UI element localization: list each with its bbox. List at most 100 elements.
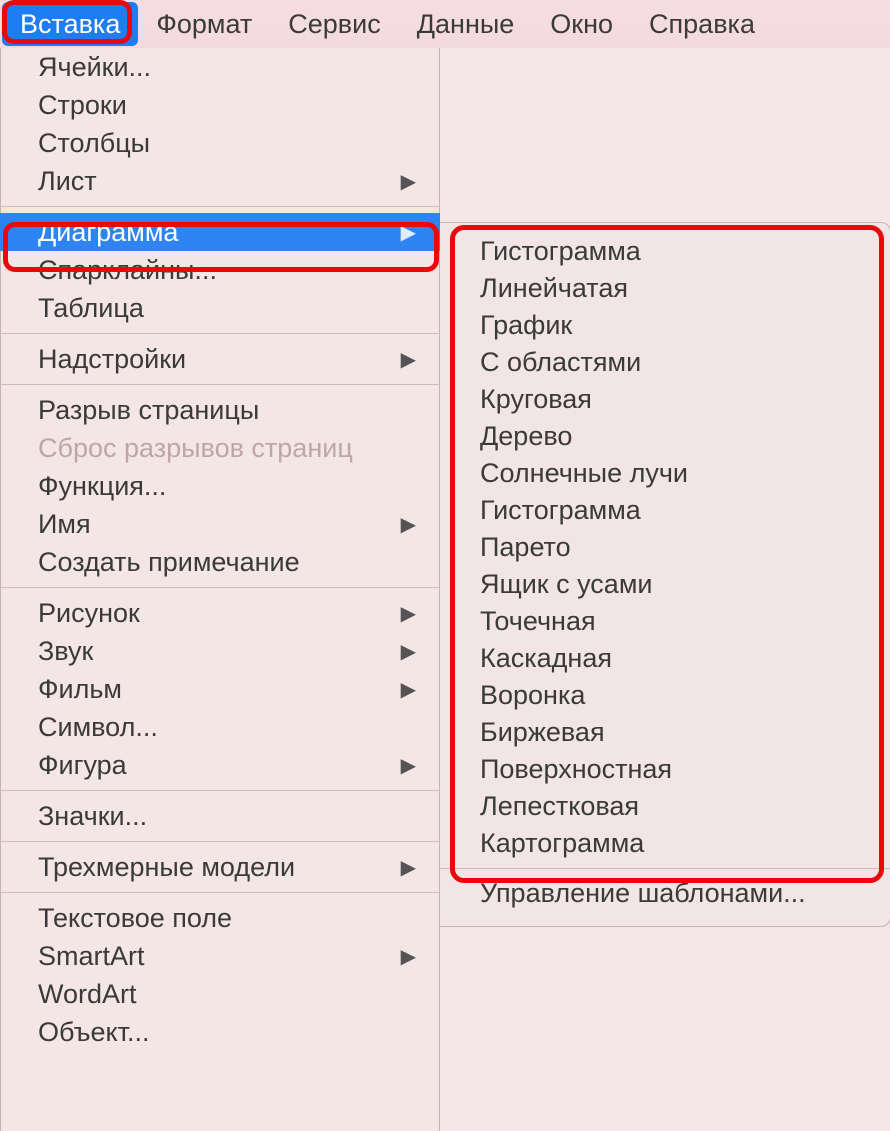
dd-label: Фильм — [38, 674, 122, 705]
sm-pie[interactable]: Круговая — [440, 381, 890, 418]
dd-label: Надстройки — [38, 344, 186, 375]
dd-label: Ячейки... — [38, 52, 151, 83]
menu-insert[interactable]: Вставка — [2, 2, 138, 46]
menu-label: Вставка — [20, 9, 120, 40]
dd-label: Трехмерные модели — [38, 852, 295, 883]
dd-shape[interactable]: Фигура▶ — [0, 746, 440, 784]
sm-label: Ящик с усами — [480, 569, 652, 600]
submenu-arrow-icon: ▶ — [401, 347, 416, 372]
sm-line[interactable]: График — [440, 307, 890, 344]
sm-manage-templates[interactable]: Управление шаблонами... — [440, 875, 890, 912]
sm-label: Парето — [480, 532, 571, 563]
sm-funnel[interactable]: Воронка — [440, 677, 890, 714]
dd-smartart[interactable]: SmartArt ▶ — [0, 937, 440, 975]
sm-box-whisker[interactable]: Ящик с усами — [440, 566, 890, 603]
dd-label: Создать примечание — [38, 547, 300, 578]
sm-sunburst[interactable]: Солнечные лучи — [440, 455, 890, 492]
dd-separator — [0, 206, 440, 207]
sm-histogram2[interactable]: Гистограмма — [440, 492, 890, 529]
dd-label: Таблица — [38, 293, 144, 324]
menu-window[interactable]: Окно — [532, 0, 631, 48]
dd-sheet[interactable]: Лист▶ — [0, 162, 440, 200]
sm-surface[interactable]: Поверхностная — [440, 751, 890, 788]
dd-label: Текстовое поле — [38, 903, 232, 934]
sm-label: Воронка — [480, 680, 585, 711]
submenu-chart: Гистограмма Линейчатая График С областям… — [440, 222, 890, 927]
dd-separator — [0, 790, 440, 791]
sm-map[interactable]: Картограмма — [440, 825, 890, 862]
dd-label: Строки — [38, 90, 127, 121]
dd-symbol[interactable]: Символ... — [0, 708, 440, 746]
dd-label: WordArt — [38, 979, 137, 1010]
dd-object[interactable]: Объект... — [0, 1013, 440, 1051]
dd-chart[interactable]: Диаграмма ▶ — [0, 213, 440, 251]
dd-separator — [0, 587, 440, 588]
dd-movie[interactable]: Фильм▶ — [0, 670, 440, 708]
submenu-arrow-icon: ▶ — [401, 220, 416, 245]
dd-cells[interactable]: Ячейки... — [0, 48, 440, 86]
menu-format[interactable]: Формат — [138, 0, 270, 48]
dd-sparklines[interactable]: Спарклайны... — [0, 251, 440, 289]
sm-separator — [440, 868, 890, 869]
dd-separator — [0, 892, 440, 893]
sm-label: Управление шаблонами... — [480, 878, 806, 909]
menu-service[interactable]: Сервис — [270, 0, 398, 48]
dd-label: Значки... — [38, 801, 147, 832]
submenu-arrow-icon: ▶ — [401, 944, 416, 969]
dd-picture[interactable]: Рисунок▶ — [0, 594, 440, 632]
dd-table[interactable]: Таблица — [0, 289, 440, 327]
sm-scatter[interactable]: Точечная — [440, 603, 890, 640]
dd-label: SmartArt — [38, 941, 145, 972]
dd-label: Столбцы — [38, 128, 150, 159]
dd-wordart[interactable]: WordArt — [0, 975, 440, 1013]
sm-label: С областями — [480, 347, 641, 378]
dd-name[interactable]: Имя ▶ — [0, 505, 440, 543]
dd-sound[interactable]: Звук ▶ — [0, 632, 440, 670]
submenu-arrow-icon: ▶ — [401, 639, 416, 664]
sm-waterfall[interactable]: Каскадная — [440, 640, 890, 677]
dd-columns[interactable]: Столбцы — [0, 124, 440, 162]
dd-icons[interactable]: Значки... — [0, 797, 440, 835]
menubar: Вставка Формат Сервис Данные Окно Справк… — [0, 0, 890, 48]
dd-page-break[interactable]: Разрыв страницы — [0, 391, 440, 429]
dd-label: Звук — [38, 636, 93, 667]
dd-separator — [0, 841, 440, 842]
dd-reset-page-breaks: Сброс разрывов страниц — [0, 429, 440, 467]
dd-label: Диаграмма — [38, 217, 178, 248]
dd-label: Сброс разрывов страниц — [38, 433, 353, 464]
sm-label: Гистограмма — [480, 236, 641, 267]
sm-label: Картограмма — [480, 828, 644, 859]
dd-text-box[interactable]: Текстовое поле — [0, 899, 440, 937]
dd-function[interactable]: Функция... — [0, 467, 440, 505]
sm-label: Поверхностная — [480, 754, 672, 785]
sm-label: Солнечные лучи — [480, 458, 688, 489]
submenu-arrow-icon: ▶ — [401, 855, 416, 880]
sm-label: Лепестковая — [480, 791, 639, 822]
menu-data[interactable]: Данные — [399, 0, 533, 48]
sm-radar[interactable]: Лепестковая — [440, 788, 890, 825]
dd-label: Фигура — [38, 750, 127, 781]
submenu-arrow-icon: ▶ — [401, 601, 416, 626]
dd-3d-models[interactable]: Трехмерные модели ▶ — [0, 848, 440, 886]
dd-addins[interactable]: Надстройки ▶ — [0, 340, 440, 378]
dd-label: Имя — [38, 509, 91, 540]
sm-label: Дерево — [480, 421, 572, 452]
sm-label: График — [480, 310, 572, 341]
menu-help[interactable]: Справка — [631, 0, 773, 48]
sm-treemap[interactable]: Дерево — [440, 418, 890, 455]
sm-stock[interactable]: Биржевая — [440, 714, 890, 751]
menu-label: Формат — [156, 9, 252, 40]
sm-pareto[interactable]: Парето — [440, 529, 890, 566]
sm-area[interactable]: С областями — [440, 344, 890, 381]
sm-histogram[interactable]: Гистограмма — [440, 233, 890, 270]
sm-label: Биржевая — [480, 717, 605, 748]
sm-bar[interactable]: Линейчатая — [440, 270, 890, 307]
dd-new-comment[interactable]: Создать примечание — [0, 543, 440, 581]
dd-label: Разрыв страницы — [38, 395, 259, 426]
dd-rows[interactable]: Строки — [0, 86, 440, 124]
menu-label: Окно — [550, 9, 613, 40]
dd-label: Функция... — [38, 471, 166, 502]
submenu-arrow-icon: ▶ — [401, 512, 416, 537]
menu-label: Справка — [649, 9, 755, 40]
dd-separator — [0, 333, 440, 334]
